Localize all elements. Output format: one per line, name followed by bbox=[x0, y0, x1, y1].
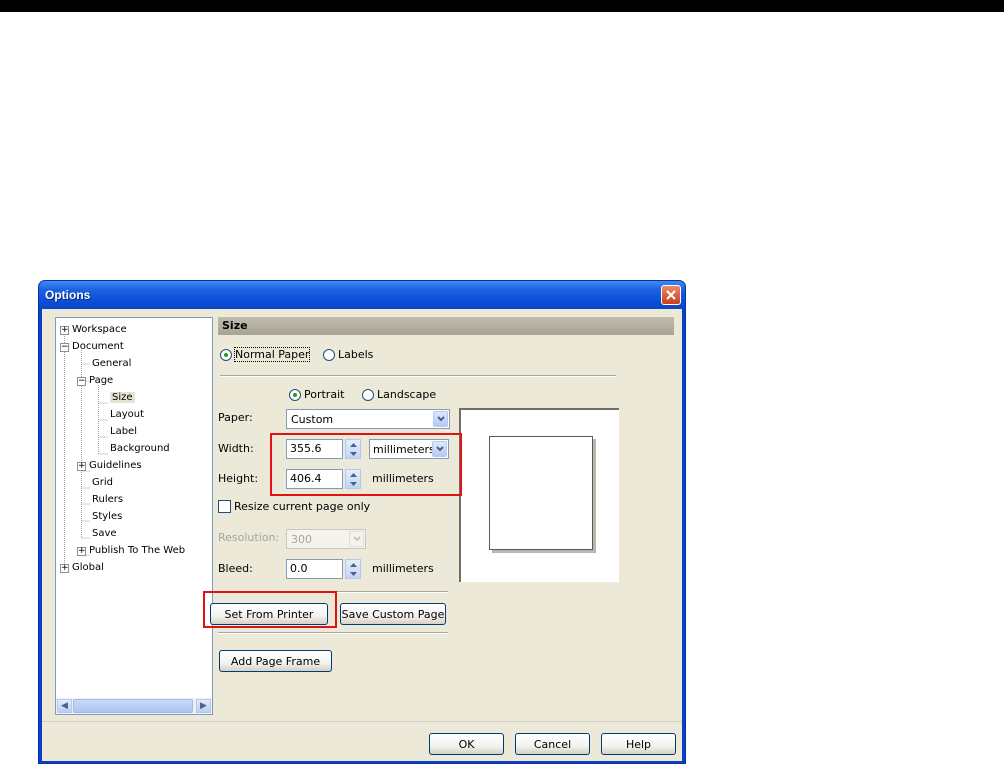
height-unit-label: millimeters bbox=[372, 472, 434, 485]
expand-icon[interactable]: + bbox=[77, 547, 86, 556]
width-unit-select[interactable]: millimeters bbox=[369, 439, 449, 459]
spin-down-icon[interactable] bbox=[346, 569, 360, 578]
set-from-printer-button[interactable]: Set From Printer bbox=[210, 603, 328, 625]
chevron-down-icon bbox=[349, 531, 364, 547]
chevron-right-icon: ▶ bbox=[200, 701, 207, 711]
save-custom-page-button[interactable]: Save Custom Page bbox=[340, 603, 446, 625]
cancel-button[interactable]: Cancel bbox=[515, 733, 590, 755]
resize-current-page-checkbox[interactable] bbox=[218, 500, 231, 513]
separator bbox=[220, 375, 616, 377]
chevron-down-icon[interactable] bbox=[433, 411, 448, 427]
close-button[interactable] bbox=[661, 285, 681, 305]
bleed-input[interactable]: 0.0 bbox=[286, 559, 343, 579]
resolution-label: Resolution: bbox=[218, 531, 280, 544]
tree-item-general[interactable]: General bbox=[92, 356, 131, 372]
expand-icon[interactable]: + bbox=[77, 462, 86, 471]
paper-select[interactable]: Custom bbox=[286, 409, 450, 429]
normal-paper-radio[interactable] bbox=[220, 349, 232, 361]
tree-item-grid[interactable]: Grid bbox=[92, 475, 113, 491]
collapse-icon[interactable]: − bbox=[77, 377, 86, 386]
help-button[interactable]: Help bbox=[601, 733, 676, 755]
close-icon bbox=[666, 290, 676, 300]
tree-item-rulers[interactable]: Rulers bbox=[92, 492, 123, 508]
scroll-right-button[interactable]: ▶ bbox=[196, 699, 211, 713]
collapse-icon[interactable]: − bbox=[60, 343, 69, 352]
scroll-thumb[interactable] bbox=[73, 699, 193, 713]
page-thumbnail bbox=[489, 436, 593, 550]
portrait-radio[interactable] bbox=[289, 389, 301, 401]
chevron-left-icon: ◀ bbox=[61, 701, 68, 711]
dialog-body: + Workspace − Document General − Page Si… bbox=[42, 309, 682, 761]
bleed-unit-label: millimeters bbox=[372, 562, 434, 575]
section-header: Size bbox=[218, 317, 674, 335]
spin-down-icon[interactable] bbox=[346, 479, 360, 488]
tree-item-background[interactable]: Background bbox=[110, 441, 170, 457]
width-input[interactable]: 355.6 bbox=[286, 439, 343, 459]
height-label: Height: bbox=[218, 472, 259, 485]
tree-item-layout[interactable]: Layout bbox=[110, 407, 144, 423]
options-tree: + Workspace − Document General − Page Si… bbox=[55, 317, 213, 715]
spin-down-icon[interactable] bbox=[346, 449, 360, 458]
footer-separator bbox=[42, 721, 682, 722]
tree-item-styles[interactable]: Styles bbox=[92, 509, 122, 525]
spin-up-icon[interactable] bbox=[346, 440, 360, 449]
expand-icon[interactable]: + bbox=[60, 564, 69, 573]
scroll-left-button[interactable]: ◀ bbox=[57, 699, 72, 713]
width-label: Width: bbox=[218, 442, 254, 455]
chevron-down-icon[interactable] bbox=[432, 441, 447, 457]
height-input[interactable]: 406.4 bbox=[286, 469, 343, 489]
tree-item-label[interactable]: Label bbox=[110, 424, 137, 440]
expand-icon[interactable]: + bbox=[60, 326, 69, 335]
ok-button[interactable]: OK bbox=[429, 733, 504, 755]
spin-up-icon[interactable] bbox=[346, 470, 360, 479]
width-spinner[interactable] bbox=[345, 439, 361, 459]
options-dialog: Options + Workspace − Document General −… bbox=[38, 280, 686, 764]
normal-paper-label[interactable]: Normal Paper bbox=[233, 347, 311, 362]
resize-current-page-label[interactable]: Resize current page only bbox=[234, 500, 370, 513]
add-page-frame-button[interactable]: Add Page Frame bbox=[219, 650, 332, 672]
tree-item-size[interactable]: Size bbox=[110, 390, 135, 406]
tree-lines bbox=[64, 329, 108, 573]
landscape-label[interactable]: Landscape bbox=[377, 388, 436, 401]
labels-radio[interactable] bbox=[323, 349, 335, 361]
separator bbox=[218, 632, 448, 634]
portrait-label[interactable]: Portrait bbox=[304, 388, 344, 401]
landscape-radio[interactable] bbox=[362, 389, 374, 401]
tree-horizontal-scrollbar[interactable]: ◀ ▶ bbox=[56, 698, 212, 714]
section-title: Size bbox=[222, 319, 248, 332]
tree-item-save[interactable]: Save bbox=[92, 526, 117, 542]
page-preview bbox=[459, 408, 619, 582]
window-title: Options bbox=[45, 288, 91, 302]
labels-label[interactable]: Labels bbox=[338, 348, 373, 361]
height-spinner[interactable] bbox=[345, 469, 361, 489]
spin-up-icon[interactable] bbox=[346, 560, 360, 569]
paper-label: Paper: bbox=[218, 411, 253, 424]
resolution-select[interactable]: 300 bbox=[286, 529, 366, 549]
top-black-bar bbox=[0, 0, 1004, 12]
separator bbox=[218, 591, 448, 593]
bleed-label: Bleed: bbox=[218, 562, 253, 575]
bleed-spinner[interactable] bbox=[345, 559, 361, 579]
title-bar[interactable]: Options bbox=[39, 281, 685, 309]
